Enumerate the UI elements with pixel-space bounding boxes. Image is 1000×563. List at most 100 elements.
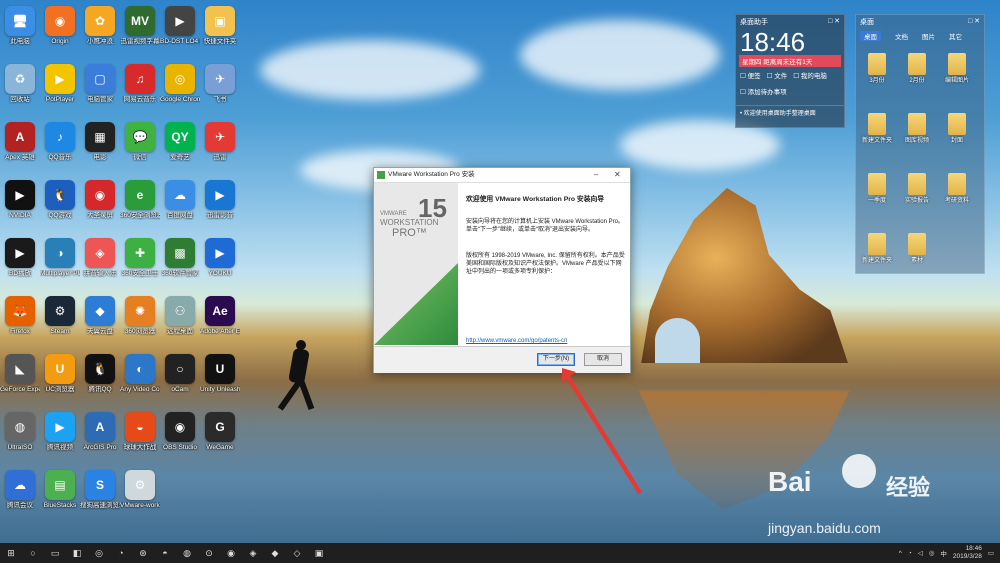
desktop-icon-tengxun[interactable]: ☁ 腾讯会议 [0,470,40,522]
taskbar-app-icon[interactable]: ◍ [176,543,198,563]
desktop-icon-ie[interactable]: e 360安全浏览器 [120,180,160,232]
folder-item[interactable]: 新建文件夹 [862,233,892,264]
desktop-icon-qq[interactable]: 🐧 腾讯QQ [80,354,120,406]
cancel-button[interactable]: 取消 [584,353,622,366]
desktop-icon-pinyin[interactable]: ◈ 拼音输入法 [80,238,120,290]
desktop-icon-xiaoyin[interactable]: ✿ 小鹰冲浪 [80,6,120,58]
folder-widget-close-icon[interactable]: □ ✕ [968,17,980,27]
desktop-icon-xunlei[interactable]: ✈ 迅雷 [200,122,240,174]
folder-item[interactable]: 编辑图片 [942,53,972,84]
desktop-icon-pcmgr[interactable]: ▢ 电脑管家 [80,64,120,116]
taskbar-clock[interactable]: 18:46 2019/3/28 [953,545,982,561]
desktop-icon-nvidia2[interactable]: ▶ BD播放 [0,238,40,290]
folder-item[interactable]: 3月份 [862,53,892,84]
folder-item[interactable]: 考研资料 [942,173,972,204]
folder-item[interactable]: 素材 [902,233,932,264]
folder-item[interactable]: 封面 [942,113,972,144]
folder-item[interactable]: 2月份 [902,53,932,84]
desktop-icon-dasheng[interactable]: ◉ 大圣录屏 [80,180,120,232]
desktop-icon-wechat[interactable]: 💬 微信 [120,122,160,174]
desktop-icon-pc[interactable]: 🖥 此电脑 [0,6,40,58]
desktop-icon-geforce[interactable]: ◣ GeForce Experience [0,354,40,406]
taskbar-app-icon[interactable]: ▭ [44,543,66,563]
desktop-icon-pinwheel[interactable]: ✺ 360浏览器 [120,296,160,348]
widget-files-link[interactable]: ☐ 文件 [767,70,788,80]
start-button[interactable]: ⊞ [0,543,22,563]
next-button[interactable]: 下一步(N) [537,353,575,366]
taskbar-app-icon[interactable]: ⊛ [132,543,154,563]
desktop-icon-nvidia[interactable]: ▶ NVIDIA [0,180,40,232]
desktop-icon-steam[interactable]: ⚙ Steam [40,296,80,348]
close-icon[interactable]: ✕ [614,168,621,182]
desktop-icon-ludashi[interactable]: ◑ Multiplayer Player [40,238,80,290]
desktop-icon-bluestacks[interactable]: ▤ BlueStacks [40,470,80,522]
taskbar-app-icon[interactable]: ◎ [88,543,110,563]
desktop-icon-baidupan[interactable]: ☁ 百度网盘 [160,180,200,232]
desktop-icon-apex[interactable]: A Apex 英雄 [0,122,40,174]
patents-link[interactable]: http://www.vmware.com/go/patents-cn [466,337,567,345]
desktop-icon-ocam[interactable]: ○ oCam [160,354,200,406]
widget-notes-link[interactable]: ☐ 便签 [740,70,761,80]
desktop-icon-netease[interactable]: ♫ 网易云音乐 [120,64,160,116]
desktop-icon-360[interactable]: ✚ 360安全卫士 [120,238,160,290]
taskbar-app-icon[interactable]: ⊙ [198,543,220,563]
tray-ime-icon[interactable]: 中 [940,548,947,558]
desktop-icon-sogou[interactable]: S 搜狗高速浏览器 [80,470,120,522]
desktop-icon-quickfolder[interactable]: ▣ 快捷文件夹 [200,6,240,58]
tray-volume-icon[interactable]: ◁ [918,549,923,557]
taskbar-app-icon[interactable]: ◈ [242,543,264,563]
taskbar-app-icon[interactable]: ◧ [66,543,88,563]
taskbar-app-icon[interactable]: ◇ [286,543,308,563]
desktop-assistant-widget[interactable]: 桌面助手 □ ✕ 18:46 星期四 距离周末还有1天 ☐ 便签 ☐ 文件 ☐ 我… [735,14,845,128]
desktop-icon-wangpan[interactable]: ◆ 天翼云盘 [80,296,120,348]
desktop-icon-qqmusic[interactable]: ♪ QQ音乐 [40,122,80,174]
desktop-icon-uc[interactable]: U UC浏览器 [40,354,80,406]
desktop-icon-potplayer[interactable]: ▶ PotPlayer [40,64,80,116]
desktop-icon-firefox[interactable]: 🦊 Firefox [0,296,40,348]
desktop-icon-ultraiso[interactable]: ◍ UltraISO [0,412,40,464]
taskbar-app-icon[interactable]: ▣ [308,543,330,563]
desktop-icon-qqgame[interactable]: 🐧 QQ游戏 [40,180,80,232]
search-icon[interactable]: ○ [22,543,44,563]
tab-pictures[interactable]: 图片 [922,31,935,41]
folder-item[interactable]: 一季度 [862,173,892,204]
taskbar-app-icon[interactable]: ◔ [110,543,132,563]
desktop-icon-arcgis[interactable]: A ArcGIS Pro [80,412,120,464]
desktop-icon-vmware[interactable]: ⚙ VMware-workstation-fu... [120,470,160,522]
taskbar-app-icon[interactable]: ◆ [264,543,286,563]
tray-chevron-icon[interactable]: ^ [899,550,902,557]
desktop-icon-xunleiX[interactable]: ▶ 迅雷影音 [200,180,240,232]
tab-desktop[interactable]: 桌面 [860,31,881,41]
widget-add-todo[interactable]: ☐ 添加待办事项 [740,86,787,96]
vmware-setup-dialog[interactable]: VMware Workstation Pro 安装 – ✕ 15 VMWARE … [373,167,631,373]
desktop-icon-unity[interactable]: U Unity Unleashed [200,354,240,406]
desktop-icon-ballball[interactable]: ◒ 球球大作战 [120,412,160,464]
desktop-icon-iqiyi[interactable]: QY 爱奇艺 [160,122,200,174]
desktop-icon-youku[interactable]: ▶ YOUKU [200,238,240,290]
tab-documents[interactable]: 文档 [895,31,908,41]
folder-item[interactable]: 新建文件夹 [862,113,892,144]
dialog-titlebar[interactable]: VMware Workstation Pro 安装 – ✕ [374,168,630,183]
tray-wechat-icon[interactable]: ◎ [929,549,935,557]
desktop-icon-feishu[interactable]: ✈ 飞书 [200,64,240,116]
desktop-icon-recycle[interactable]: ♻ 回收站 [0,64,40,116]
desktop-icon-remote[interactable]: ⚇ 远程桌面 [160,296,200,348]
desktop-icon-anyvideo[interactable]: ◐ Any Video Converter [120,354,160,406]
desktop-icon-guard[interactable]: ▩ 360软件管家 [160,238,200,290]
minimize-icon[interactable]: – [594,168,598,182]
folder-item[interactable]: 实验报告 [902,173,932,204]
desktop-icon-origin[interactable]: ◉ Origin [40,6,80,58]
tray-network-icon[interactable]: ◔ [908,550,912,557]
desktop-icon-tencentvideo[interactable]: ▶ 腾讯视频 [40,412,80,464]
desktop-icon-mv[interactable]: MV 迅雷视频字幕 [120,6,160,58]
widget-mypc-link[interactable]: ☐ 我的电脑 [793,70,827,80]
widget-close-icon[interactable]: □ ✕ [828,17,840,27]
notification-icon[interactable]: ▭ [988,549,994,557]
desktop-icon-movie[interactable]: ▦ 电影 [80,122,120,174]
tab-other[interactable]: 其它 [949,31,962,41]
folder-item[interactable]: 图库视频 [902,113,932,144]
desktop-icon-chrome[interactable]: ◎ Google Chrome [160,64,200,116]
desktop-icon-obs[interactable]: ◉ OBS Studio [160,412,200,464]
desktop-icon-ae[interactable]: Ae Adobe After Effects [200,296,240,348]
taskbar-app-icon[interactable]: ◓ [154,543,176,563]
